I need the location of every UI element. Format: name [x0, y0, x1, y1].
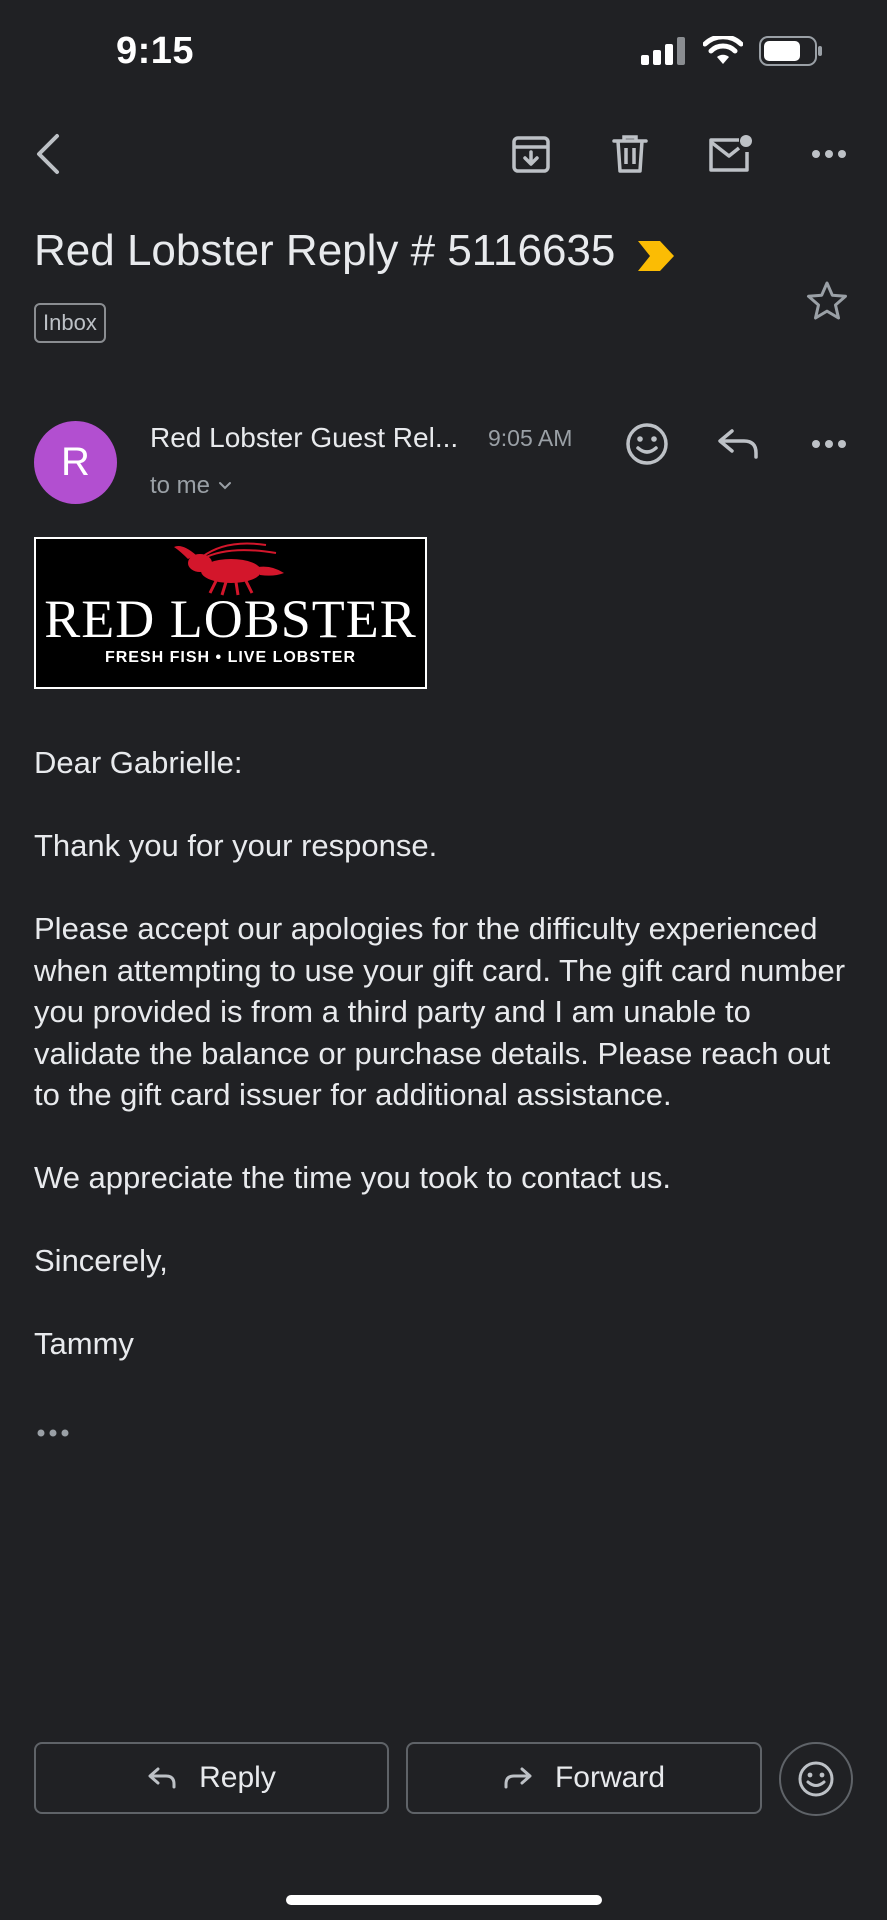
sent-time: 9:05 AM — [488, 425, 573, 451]
wifi-icon — [703, 36, 743, 66]
message-more-options-button[interactable] — [799, 414, 859, 474]
sender-avatar[interactable]: R — [34, 421, 117, 504]
lobster-icon — [166, 537, 296, 597]
delete-icon — [612, 134, 648, 174]
email-body: Dear Gabrielle: Thank you for your respo… — [34, 742, 854, 1406]
star-icon[interactable] — [806, 280, 848, 322]
label-chip-inbox[interactable]: Inbox — [34, 303, 106, 343]
email-paragraph: Thank you for your response. — [34, 828, 438, 863]
cellular-signal-icon — [641, 37, 687, 65]
email-greeting: Dear Gabrielle: — [34, 745, 243, 780]
back-arrow-icon — [33, 132, 63, 176]
reply-icon — [147, 1766, 177, 1790]
email-signature: Tammy — [34, 1326, 134, 1361]
forward-button[interactable]: Forward — [406, 1742, 762, 1814]
logo-tagline: FRESH FISH • LIVE LOBSTER — [104, 649, 357, 666]
sender-name[interactable]: Red Lobster Guest Rel... — [150, 422, 458, 454]
add-reaction-button[interactable] — [617, 414, 677, 474]
forward-label: Forward — [554, 1761, 666, 1794]
status-icons — [641, 36, 823, 66]
ellipsis-icon — [36, 1428, 72, 1438]
mark-unread-icon — [707, 134, 753, 174]
more-options-icon — [811, 439, 847, 449]
recipient-details-toggle[interactable]: to me — [150, 472, 232, 500]
status-time: 9:15 — [116, 30, 195, 72]
archive-icon — [511, 134, 551, 174]
archive-button[interactable] — [503, 126, 559, 182]
forward-icon — [503, 1766, 533, 1790]
email-subject: Red Lobster Reply # 5116635 — [34, 226, 616, 275]
email-paragraph: We appreciate the time you took to conta… — [34, 1160, 671, 1195]
reply-button[interactable]: Reply — [34, 1742, 389, 1814]
back-button[interactable] — [20, 126, 76, 182]
home-indicator[interactable] — [286, 1895, 602, 1905]
importance-marker-icon[interactable] — [638, 241, 674, 271]
recipient-label: to me — [150, 472, 211, 499]
battery-icon — [759, 36, 823, 66]
emoji-icon — [625, 422, 669, 466]
reply-label: Reply — [199, 1761, 276, 1794]
logo-title: RED LOBSTER — [44, 589, 417, 649]
delete-button[interactable] — [602, 126, 658, 182]
more-options-icon — [811, 149, 847, 159]
more-options-button[interactable] — [801, 126, 857, 182]
show-trimmed-content-button[interactable] — [36, 1428, 72, 1438]
chevron-down-icon — [218, 481, 232, 491]
reply-icon — [716, 427, 760, 461]
mark-unread-button[interactable] — [702, 126, 758, 182]
red-lobster-logo: RED LOBSTER FRESH FISH • LIVE LOBSTER — [34, 537, 427, 689]
emoji-icon — [797, 1760, 835, 1798]
email-closing: Sincerely, — [34, 1243, 168, 1278]
reply-button-header[interactable] — [708, 414, 768, 474]
react-emoji-button[interactable] — [779, 1742, 853, 1816]
email-paragraph: Please accept our apologies for the diff… — [34, 911, 846, 1112]
